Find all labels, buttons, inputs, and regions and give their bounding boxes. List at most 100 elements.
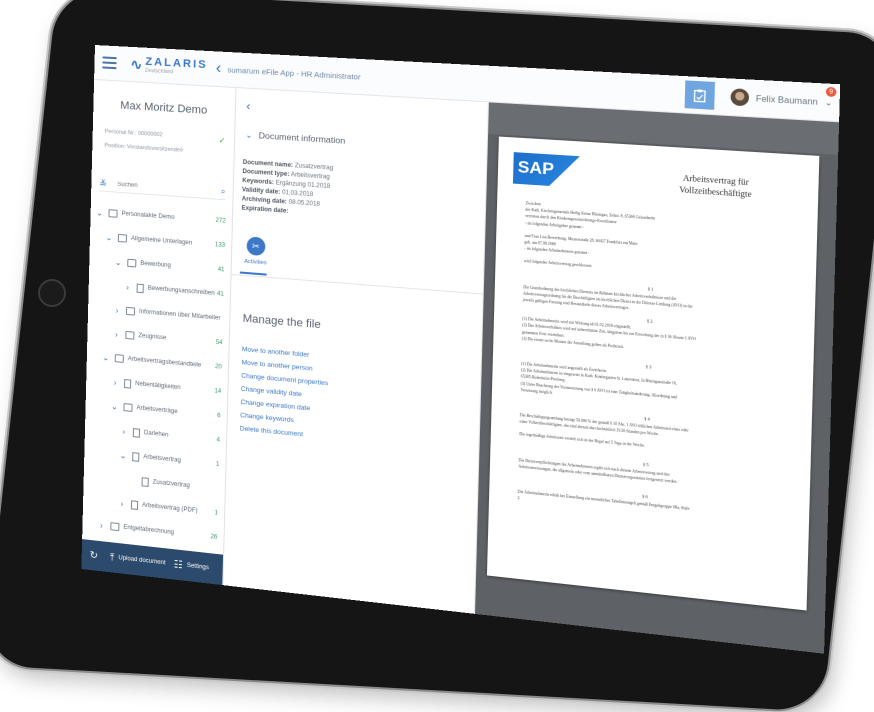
document-icon bbox=[132, 452, 139, 462]
folder-icon bbox=[123, 403, 132, 412]
search-icon[interactable]: ⌕ bbox=[221, 187, 226, 197]
document-section-number: § 3 bbox=[646, 364, 652, 370]
tree-item-count: 133 bbox=[215, 242, 225, 249]
tree-item-label: Zusatzvertrag bbox=[153, 479, 190, 489]
home-button[interactable] bbox=[38, 279, 66, 307]
tools-icon: ✂ bbox=[246, 236, 265, 256]
app-screen: ∿ ZALARIS Deutschland ‹ sumarum eFile Ap… bbox=[81, 45, 840, 654]
settings-sliders-icon: ☷ bbox=[174, 559, 183, 571]
tree-item-label: Zeugnisse bbox=[138, 333, 166, 341]
manage-action-link[interactable]: Move to another folder bbox=[242, 346, 310, 359]
app-title: sumarum eFile App - HR Administrator bbox=[227, 65, 360, 81]
back-chevron-icon[interactable]: ‹ bbox=[216, 60, 222, 79]
document-section-number: § 6 bbox=[642, 493, 648, 499]
chevron-down-icon[interactable]: ⌄ bbox=[113, 257, 123, 267]
upload-label: Upload document bbox=[118, 555, 165, 566]
user-name[interactable]: Felix Baumann bbox=[756, 93, 818, 106]
folder-sidebar: Max Moritz Demo Personal Nr.: 00000002 ✓… bbox=[81, 80, 236, 585]
manage-action-link[interactable]: Change validity date bbox=[241, 386, 302, 399]
tree-item-label: Informationen über Mitarbeiter bbox=[139, 309, 221, 322]
tree-item-count: 14 bbox=[214, 388, 221, 395]
document-section-number: § 2 bbox=[647, 318, 653, 324]
folder-icon bbox=[110, 522, 119, 531]
user-avatar[interactable] bbox=[730, 88, 749, 106]
manage-title: Manage the file bbox=[243, 312, 321, 331]
info-label: Document type: bbox=[242, 169, 289, 178]
company-logo: ∿ ZALARIS Deutschland bbox=[130, 55, 208, 76]
document-text-line: Die Arbeitnehmerin erhält bei Einstellun… bbox=[518, 490, 800, 523]
tree-item-label: Arbeitsvertrag bbox=[143, 454, 181, 464]
check-icon: ✓ bbox=[219, 136, 226, 146]
clipboard-icon bbox=[693, 88, 707, 103]
chevron-right-icon[interactable]: › bbox=[117, 498, 127, 508]
chevron-down-icon[interactable]: ⌄ bbox=[118, 450, 128, 460]
clipboard-button[interactable] bbox=[685, 80, 715, 109]
tablet-device: ∿ ZALARIS Deutschland ‹ sumarum eFile Ap… bbox=[0, 0, 874, 703]
chevron-down-icon[interactable]: ⌄ bbox=[101, 352, 111, 362]
tree-item-label: Nebentätigkeiten bbox=[135, 381, 181, 391]
folder-icon bbox=[127, 259, 136, 268]
info-value: Ergänzung 01.2018 bbox=[276, 180, 331, 190]
tree-item-count: 6 bbox=[217, 413, 221, 419]
info-value: 08.05.2018 bbox=[289, 200, 320, 208]
document-page: SAP Arbeitsvertrag für Vollzeitbeschäfti… bbox=[487, 137, 819, 611]
settings-label: Settings bbox=[187, 563, 209, 572]
section-title: Document information bbox=[258, 130, 345, 146]
settings-button[interactable]: ☷ Settings bbox=[174, 559, 210, 574]
document-text-line: Die Dienstverpflichtungen der Arbeitnehm… bbox=[518, 458, 800, 490]
refresh-icon: ↻ bbox=[90, 549, 99, 561]
manage-action-link[interactable]: Change keywords bbox=[240, 412, 294, 424]
tree-item-label: Allgemeine Unterlagen bbox=[131, 236, 192, 247]
chevron-right-icon[interactable]: › bbox=[123, 282, 133, 292]
chevron-right-icon[interactable]: › bbox=[111, 329, 121, 339]
info-value: 01.03.2018 bbox=[282, 190, 313, 198]
activities-label: Activities bbox=[244, 259, 267, 267]
document-icon bbox=[142, 477, 149, 487]
spacer bbox=[128, 480, 138, 481]
document-section-number: § 5 bbox=[643, 461, 649, 467]
person-name: Max Moritz Demo bbox=[93, 98, 235, 119]
divider bbox=[232, 274, 483, 295]
manage-action-link[interactable]: Change expiration date bbox=[240, 399, 310, 413]
back-chevron-icon[interactable]: ‹ bbox=[246, 99, 250, 113]
collapse-all-icon[interactable]: ≚ bbox=[99, 178, 109, 190]
hamburger-menu-icon[interactable] bbox=[102, 51, 125, 74]
upload-document-button[interactable]: ⤒ Upload document bbox=[110, 552, 166, 569]
chevron-down-icon[interactable]: ⌄ bbox=[825, 97, 833, 107]
search-input[interactable] bbox=[115, 181, 215, 196]
chevron-down-icon[interactable]: ⌄ bbox=[109, 401, 119, 411]
folder-icon bbox=[115, 354, 124, 363]
document-icon bbox=[137, 283, 144, 293]
tree-item-label: Personalakte Demo bbox=[121, 211, 174, 221]
tree-item-count: 1 bbox=[216, 462, 220, 468]
info-label: Keywords: bbox=[242, 178, 274, 186]
document-title: Arbeitsvertrag für Vollzeitbeschäftigte bbox=[630, 170, 802, 204]
manage-action-link[interactable]: Change document properties bbox=[241, 372, 328, 387]
tree-item-label: Bewerbungsanschreiben bbox=[148, 285, 215, 296]
tree-item-count: 54 bbox=[216, 340, 223, 347]
refresh-button[interactable]: ↻ bbox=[90, 549, 103, 561]
tree-item-count: 272 bbox=[215, 218, 225, 225]
logo-mark-icon: ∿ bbox=[130, 55, 142, 73]
document-info-header[interactable]: ⌄ Document information bbox=[245, 129, 345, 145]
folder-icon bbox=[125, 331, 134, 340]
chevron-right-icon[interactable]: › bbox=[119, 426, 129, 436]
chevron-right-icon[interactable]: › bbox=[112, 305, 122, 315]
tree-item-count: 41 bbox=[217, 291, 224, 298]
search-bar: ≚ ⌕ bbox=[99, 176, 226, 200]
chevron-down-icon[interactable]: ⌄ bbox=[104, 232, 114, 242]
manage-action-link[interactable]: Move to another person bbox=[241, 359, 312, 372]
chevron-down-icon[interactable]: ⌄ bbox=[95, 208, 105, 218]
info-label: Document name: bbox=[243, 160, 294, 169]
manage-action-link[interactable]: Delete this document bbox=[240, 425, 303, 438]
chevron-right-icon[interactable]: › bbox=[96, 520, 106, 530]
folder-icon bbox=[108, 209, 117, 218]
sap-logo: SAP bbox=[513, 152, 580, 188]
tree-item-label: Arbeitsvertrag (PDF) bbox=[142, 502, 198, 514]
document-viewer[interactable]: SAP Arbeitsvertrag für Vollzeitbeschäfti… bbox=[475, 102, 839, 653]
info-label: Expiration date: bbox=[241, 205, 288, 214]
tree-item-label: Arbeitsvertragsbestandteile bbox=[128, 356, 202, 369]
position-label: Position: Vorstandsvorsitzende/r bbox=[104, 143, 183, 154]
chevron-right-icon[interactable]: › bbox=[110, 377, 120, 387]
activities-tab[interactable]: ✂ Activities bbox=[244, 236, 267, 266]
